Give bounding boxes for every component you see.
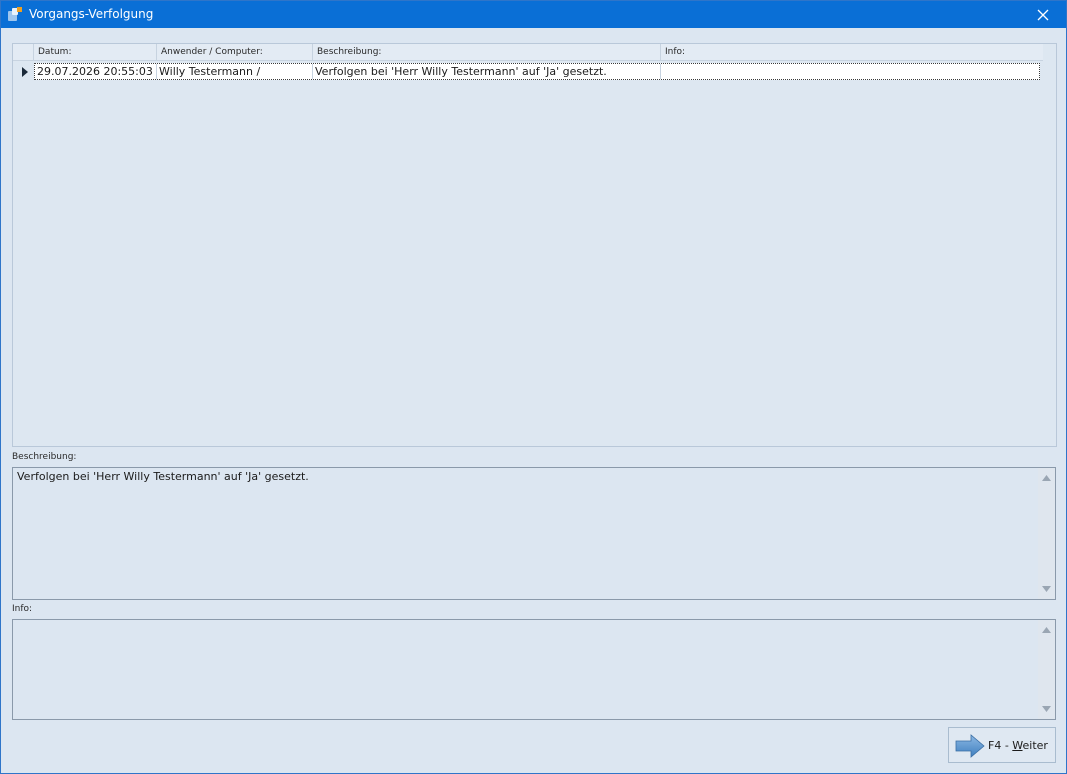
column-header-info[interactable]: Info: bbox=[661, 44, 1043, 60]
arrow-right-icon bbox=[955, 734, 985, 758]
arrow-up-icon bbox=[1042, 627, 1051, 633]
current-row-indicator-icon bbox=[22, 67, 28, 77]
close-button[interactable] bbox=[1020, 1, 1066, 28]
dialog-window: Vorgangs-Verfolgung Datum: Anwender / Co… bbox=[0, 0, 1067, 774]
history-grid[interactable]: Datum: Anwender / Computer: Beschreibung… bbox=[12, 43, 1057, 447]
table-row[interactable]: 29.07.2026 20:55:03 Willy Testermann / V… bbox=[34, 63, 1040, 80]
column-header-datum[interactable]: Datum: bbox=[34, 44, 157, 60]
app-icon bbox=[8, 7, 22, 21]
cell-anwender: Willy Testermann / bbox=[157, 64, 313, 79]
info-scrollbar[interactable] bbox=[1038, 620, 1055, 719]
beschreibung-memo[interactable]: Verfolgen bei 'Herr Willy Testermann' au… bbox=[12, 467, 1056, 600]
column-header-anwender[interactable]: Anwender / Computer: bbox=[157, 44, 313, 60]
column-header-beschreibung[interactable]: Beschreibung: bbox=[313, 44, 661, 60]
scroll-down-button[interactable] bbox=[1038, 581, 1055, 597]
info-label: Info: bbox=[12, 604, 33, 614]
next-button[interactable]: F4 - Weiter bbox=[948, 727, 1056, 763]
indicator-header bbox=[13, 44, 34, 60]
cell-info bbox=[661, 64, 1037, 79]
next-button-label: F4 - Weiter bbox=[988, 739, 1048, 752]
beschreibung-label: Beschreibung: bbox=[12, 452, 77, 462]
grid-header: Datum: Anwender / Computer: Beschreibung… bbox=[13, 44, 1043, 61]
info-memo[interactable] bbox=[12, 619, 1056, 720]
window-title: Vorgangs-Verfolgung bbox=[29, 7, 154, 21]
scroll-down-button[interactable] bbox=[1038, 701, 1055, 717]
cell-datum: 29.07.2026 20:55:03 bbox=[35, 64, 157, 79]
cell-beschreibung: Verfolgen bei 'Herr Willy Testermann' au… bbox=[313, 64, 661, 79]
title-bar[interactable]: Vorgangs-Verfolgung bbox=[1, 1, 1066, 28]
arrow-down-icon bbox=[1042, 586, 1051, 592]
close-icon bbox=[1037, 9, 1049, 20]
beschreibung-scrollbar[interactable] bbox=[1038, 468, 1055, 599]
arrow-up-icon bbox=[1042, 475, 1051, 481]
scroll-up-button[interactable] bbox=[1038, 470, 1055, 486]
arrow-down-icon bbox=[1042, 706, 1051, 712]
scroll-up-button[interactable] bbox=[1038, 622, 1055, 638]
beschreibung-text: Verfolgen bei 'Herr Willy Testermann' au… bbox=[17, 470, 309, 483]
